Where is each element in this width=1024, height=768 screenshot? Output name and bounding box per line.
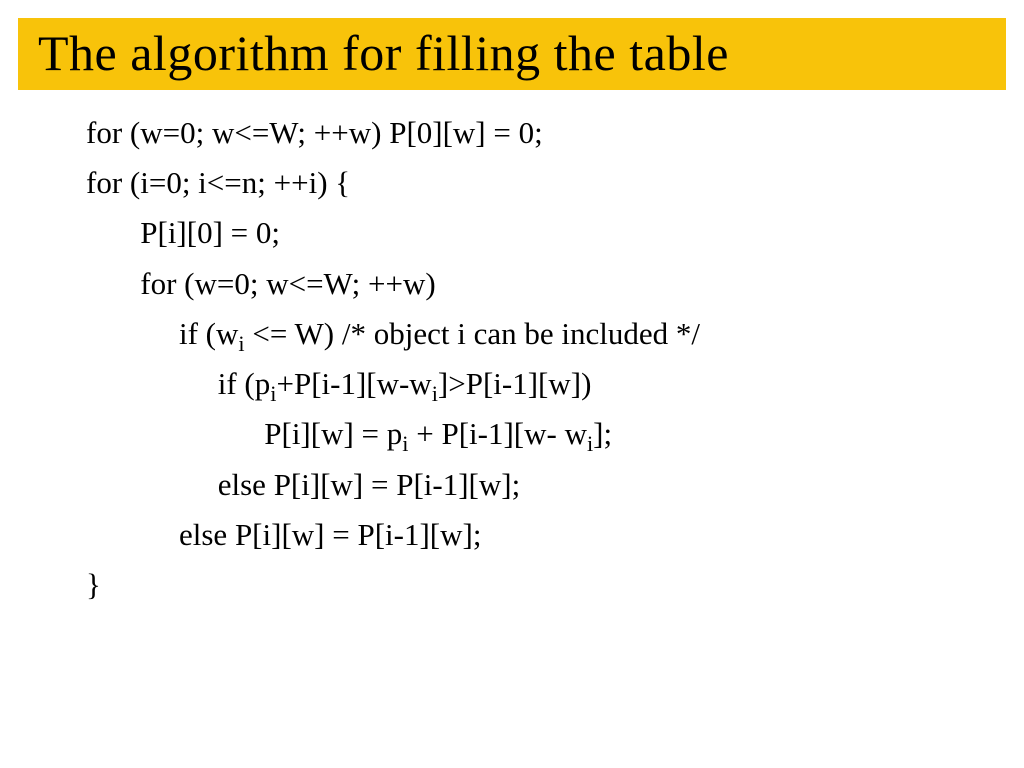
code-line: for (w=0; w<=W; ++w) (86, 259, 1024, 309)
code-line: else P[i][w] = P[i-1][w]; (86, 460, 1024, 510)
code-line: if (pi+P[i-1][w-wi]>P[i-1][w]) (86, 359, 1024, 409)
code-line: P[i][w] = pi + P[i-1][w- wi]; (86, 409, 1024, 459)
slide-title: The algorithm for filling the table (38, 25, 729, 81)
code-line: P[i][0] = 0; (86, 208, 1024, 258)
code-line: else P[i][w] = P[i-1][w]; (86, 510, 1024, 560)
code-line: for (w=0; w<=W; ++w) P[0][w] = 0; (86, 108, 1024, 158)
code-line: for (i=0; i<=n; ++i) { (86, 158, 1024, 208)
code-fragment: + P[i-1][w- w (408, 416, 586, 451)
code-fragment: +P[i-1][w-w (276, 366, 431, 401)
title-bar: The algorithm for filling the table (18, 18, 1006, 90)
code-fragment: <= W) /* object i can be included */ (245, 316, 700, 351)
code-fragment: ]>P[i-1][w]) (438, 366, 592, 401)
code-fragment: if (w (86, 316, 238, 351)
code-line: if (wi <= W) /* object i can be included… (86, 309, 1024, 359)
code-fragment: ]; (593, 416, 612, 451)
slide: The algorithm for filling the table for … (0, 18, 1024, 768)
code-fragment: if (p (86, 366, 270, 401)
code-line: } (86, 560, 1024, 610)
algorithm-code: for (w=0; w<=W; ++w) P[0][w] = 0; for (i… (86, 108, 1024, 610)
code-fragment: P[i][w] = p (86, 416, 402, 451)
